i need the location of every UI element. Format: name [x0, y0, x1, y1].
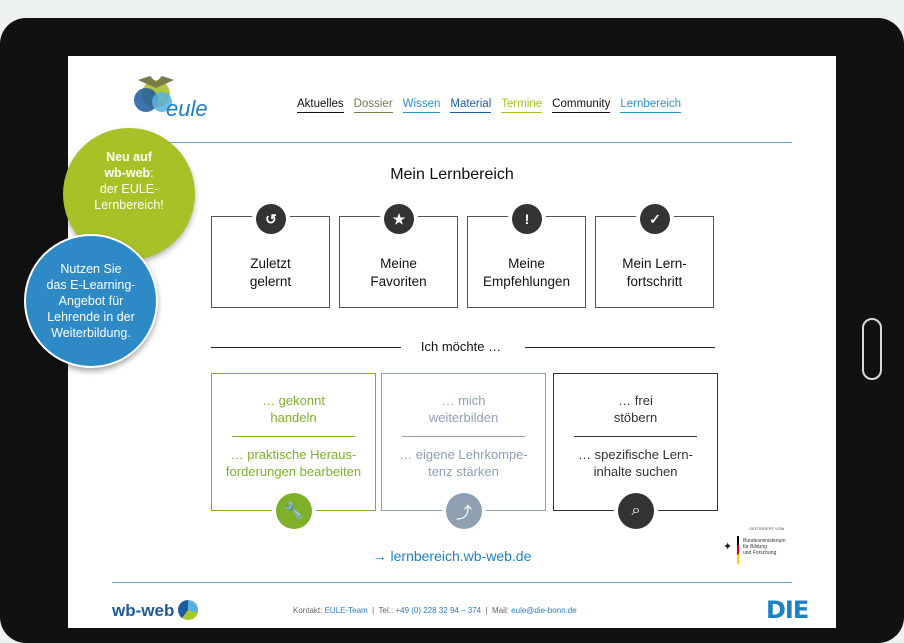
- box-separator: [402, 436, 525, 437]
- flag-bar: [737, 536, 739, 564]
- card-label: Meine: [380, 256, 417, 271]
- card-label: Favoriten: [370, 274, 427, 289]
- funder-text: Bundesministerium für Bildung und Forsch…: [743, 538, 813, 556]
- contact-label: Kontakt:: [293, 606, 323, 615]
- box-text: handeln: [270, 410, 317, 425]
- star-icon: ★: [384, 204, 414, 234]
- bubble-text: Angebot für: [58, 294, 124, 308]
- contact-link[interactable]: EULE-Team: [325, 606, 368, 615]
- box-text: stöbern: [613, 410, 658, 425]
- card-label: Mein Lern-: [622, 256, 687, 271]
- bubble-text: :: [150, 166, 154, 180]
- tel-label: Tel.:: [378, 606, 394, 615]
- wb-web-logo[interactable]: wb-web: [112, 600, 199, 621]
- card-label: gelernt: [249, 274, 292, 289]
- bubble-text: Nutzen Sie: [60, 262, 122, 276]
- bmbf-logo: GEFÖRDERT VOM ✦ Bundesministerium für Bi…: [723, 526, 813, 568]
- nav-termine[interactable]: Termine: [501, 98, 543, 113]
- bubble-text: wb-web: [104, 166, 151, 180]
- nav-wissen[interactable]: Wissen: [402, 98, 441, 113]
- funder-caption: GEFÖRDERT VOM: [749, 526, 785, 531]
- wrench-icon: 🔧: [276, 493, 312, 529]
- die-logo[interactable]: DIE: [766, 596, 809, 624]
- box-text: … spezifische Lern-: [578, 447, 693, 462]
- screen: eule Aktuelles Dossier Wissen Material T…: [68, 56, 836, 628]
- box-mich-weiterbilden[interactable]: … mich weiterbilden … eigene Lehrkompe-te…: [381, 373, 546, 511]
- box-separator: [232, 436, 355, 437]
- nav-lernbereich[interactable]: Lernbereich: [620, 98, 682, 113]
- box-text: … eigene Lehrkompe-: [399, 447, 528, 462]
- nav-material[interactable]: Material: [450, 98, 492, 113]
- box-text: tenz stärken: [428, 464, 499, 479]
- box-separator: [574, 436, 697, 437]
- divider-left: [211, 347, 401, 348]
- box-text: forderungen bearbeiten: [225, 464, 362, 479]
- globe-icon: [178, 600, 199, 620]
- box-text: … mich: [441, 393, 486, 408]
- nav-dossier[interactable]: Dossier: [353, 98, 393, 113]
- divider-right: [525, 347, 715, 348]
- box-text: … praktische Heraus-: [230, 447, 357, 462]
- history-icon: ↺: [256, 204, 286, 234]
- brand-name: eule: [166, 96, 208, 120]
- card-label: Empfehlungen: [482, 274, 571, 289]
- tel-link[interactable]: +49 (0) 228 32 94 – 374: [395, 606, 481, 615]
- bubble-text: das E-Learning-: [46, 278, 136, 292]
- check-icon: ✓: [640, 204, 670, 234]
- mail-label: Mail:: [492, 606, 509, 615]
- box-frei-stoebern[interactable]: … frei stöbern … spezifische Lern-inhalte…: [553, 373, 718, 511]
- main-nav: Aktuelles Dossier Wissen Material Termin…: [297, 98, 682, 113]
- header-divider: [112, 142, 792, 143]
- search-icon: ⌕: [618, 493, 654, 529]
- contact-line: Kontakt: EULE-Team | Tel.: +49 (0) 228 3…: [293, 606, 577, 615]
- box-text: weiterbilden: [428, 410, 499, 425]
- card-label: Meine: [508, 256, 545, 271]
- home-button[interactable]: [862, 318, 882, 380]
- card-label: fortschritt: [626, 274, 683, 289]
- box-text: … frei: [618, 393, 653, 408]
- card-label: Zuletzt: [250, 256, 291, 271]
- box-gekonnt-handeln[interactable]: … gekonnt handeln … praktische Heraus-for…: [211, 373, 376, 511]
- eule-logo[interactable]: eule: [126, 74, 216, 120]
- nav-community[interactable]: Community: [552, 98, 611, 113]
- mail-link[interactable]: eule@die-bonn.de: [511, 606, 577, 615]
- bubble-text: der EULE-: [99, 182, 159, 196]
- nav-aktuelles[interactable]: Aktuelles: [297, 98, 344, 113]
- funder-line: und Forschung: [743, 550, 777, 556]
- box-text: inhalte suchen: [593, 464, 678, 479]
- bubble-text: Weiterbildung.: [51, 326, 131, 340]
- promo-bubble-usage: Nutzen Sie das E-Learning- Angebot für L…: [24, 234, 158, 368]
- tablet-frame: eule Aktuelles Dossier Wissen Material T…: [0, 18, 904, 643]
- footer-logo-text: wb-web: [112, 601, 175, 620]
- eagle-icon: ✦: [723, 541, 733, 553]
- footer-divider: [112, 582, 792, 583]
- box-text: … gekonnt: [262, 393, 325, 408]
- stairs-icon: ⤴: [446, 493, 482, 529]
- bubble-text: Lehrende in der: [47, 310, 135, 324]
- recommendation-icon: !: [512, 204, 542, 234]
- bubble-text: Neu auf: [106, 150, 152, 164]
- lernbereich-link[interactable]: → lernbereich.wb-web.de: [68, 548, 836, 564]
- section-label: Ich möchte …: [420, 339, 502, 354]
- bubble-text: Lernbereich!: [94, 198, 164, 212]
